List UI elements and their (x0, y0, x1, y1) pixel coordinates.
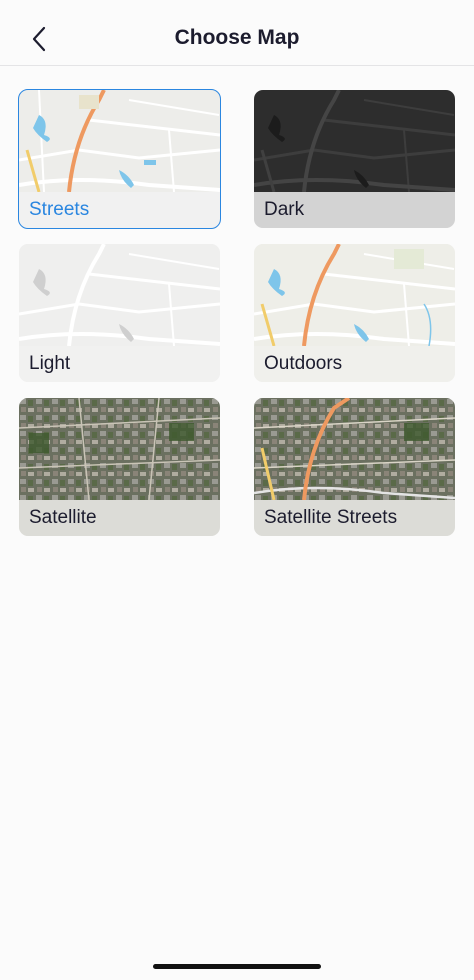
map-option-label: Light (19, 346, 220, 382)
satellite-map-thumbnail (19, 398, 220, 500)
page-title: Choose Map (174, 26, 300, 49)
dark-map-thumbnail (254, 90, 455, 192)
streets-map-thumbnail (19, 90, 220, 192)
map-option-label: Streets (19, 192, 220, 228)
light-map-thumbnail (19, 244, 220, 346)
map-option-outdoors[interactable]: Outdoors (254, 244, 455, 382)
map-option-label: Satellite (19, 500, 220, 536)
map-option-streets[interactable]: Streets (18, 89, 221, 229)
map-option-label: Dark (254, 192, 455, 228)
header-bar: Choose Map (0, 0, 474, 66)
satellite-streets-map-thumbnail (254, 398, 455, 500)
map-option-satellite-streets[interactable]: Satellite Streets (254, 398, 455, 536)
map-option-label: Satellite Streets (254, 500, 455, 536)
home-indicator[interactable] (153, 964, 321, 969)
map-option-satellite[interactable]: Satellite (19, 398, 220, 536)
map-option-dark[interactable]: Dark (254, 90, 455, 228)
map-option-light[interactable]: Light (19, 244, 220, 382)
outdoors-map-thumbnail (254, 244, 455, 346)
map-option-label: Outdoors (254, 346, 455, 382)
